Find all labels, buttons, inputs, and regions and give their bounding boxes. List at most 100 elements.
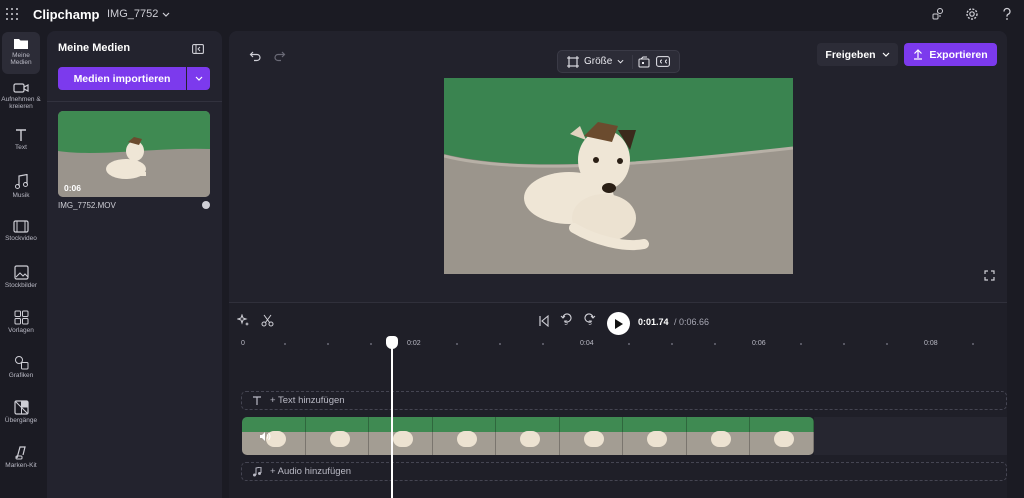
film-icon xyxy=(13,220,29,233)
chevron-down-icon xyxy=(617,59,624,64)
playhead-line xyxy=(391,342,393,498)
nav-item-musik[interactable]: Musik xyxy=(0,174,42,199)
add-text-track[interactable]: + Text hinzufügen xyxy=(241,391,1007,410)
nav-item-grafiken[interactable]: Grafiken xyxy=(0,355,42,379)
editor: Größe Freigeben Exportieren 5 5 0:01.74 … xyxy=(229,31,1007,498)
ruler-tick xyxy=(843,343,845,345)
rewind-5-button[interactable]: 5 xyxy=(560,313,572,327)
image-icon xyxy=(13,265,29,280)
transitions-icon xyxy=(13,400,29,415)
nav-label: Vorlagen xyxy=(8,327,34,334)
nav-item-uebergaenge[interactable]: Übergänge xyxy=(0,400,42,424)
background-remove-icon[interactable] xyxy=(638,56,651,68)
upload-icon xyxy=(914,49,923,60)
media-panel: Meine Medien Medien importieren 0:06 IMG… xyxy=(47,31,222,498)
media-filename: IMG_7752.MOV xyxy=(58,201,116,210)
nav-item-marken-kit[interactable]: Marken-Kit xyxy=(0,445,42,469)
ruler-tick xyxy=(800,343,802,345)
dog-video-frame xyxy=(444,78,793,274)
brand-icon xyxy=(15,446,26,460)
text-icon xyxy=(16,129,26,141)
nav-label: Musik xyxy=(12,192,30,199)
play-icon xyxy=(615,318,623,329)
undo-icon[interactable] xyxy=(249,49,261,67)
nav-label: Meine Medien xyxy=(10,52,32,66)
export-button[interactable]: Exportieren xyxy=(904,43,997,66)
nav-item-meine-medien[interactable]: Meine Medien xyxy=(2,32,40,74)
gear-icon[interactable] xyxy=(964,6,980,22)
chevron-down-icon xyxy=(162,12,170,17)
left-navigation: Meine Medien Aufnehmen & kreieren Text M… xyxy=(0,30,42,498)
nav-label: Text xyxy=(15,144,27,151)
split-scissors-icon[interactable] xyxy=(261,314,274,327)
rewind-seconds: 5 xyxy=(564,321,568,327)
media-thumbnail[interactable]: 0:06 xyxy=(58,111,210,197)
nav-item-stockbilder[interactable]: Stockbilder xyxy=(0,265,42,289)
ruler-tick xyxy=(370,343,372,345)
add-audio-track[interactable]: + Audio hinzufügen xyxy=(241,462,1007,481)
add-text-label: + Text hinzufügen xyxy=(270,395,345,406)
nav-item-text[interactable]: Text xyxy=(0,128,42,151)
magic-icon[interactable] xyxy=(237,314,250,327)
nav-label: Marken-Kit xyxy=(5,462,37,469)
nav-label: Stockbilder xyxy=(4,282,38,289)
nav-label: Stockvideo xyxy=(5,235,37,242)
camera-icon xyxy=(13,83,29,93)
nav-label: Aufnehmen & kreieren xyxy=(1,96,41,110)
playhead-handle[interactable] xyxy=(386,336,398,349)
captions-icon[interactable] xyxy=(656,56,671,67)
preview-toolbar: Größe xyxy=(557,50,680,73)
preview-area: Größe Freigeben Exportieren xyxy=(229,31,1007,302)
crop-icon xyxy=(567,55,579,68)
fullscreen-icon[interactable] xyxy=(984,268,995,286)
templates-icon xyxy=(14,310,28,325)
play-button[interactable] xyxy=(607,312,630,335)
music-icon xyxy=(15,174,28,189)
ruler-label: 0 xyxy=(241,340,245,347)
ruler-label: 0:06 xyxy=(752,340,766,347)
size-dropdown[interactable]: Größe xyxy=(584,56,612,67)
share-button[interactable]: Freigeben xyxy=(817,43,898,66)
folder-icon xyxy=(14,39,28,49)
text-icon xyxy=(253,395,261,405)
help-icon[interactable] xyxy=(999,6,1015,22)
ruler-tick xyxy=(714,343,716,345)
nav-item-stockvideo[interactable]: Stockvideo xyxy=(0,220,42,242)
import-media-button[interactable]: Medien importieren xyxy=(58,67,186,90)
volume-icon[interactable] xyxy=(259,429,271,447)
collab-icon[interactable] xyxy=(930,6,946,22)
add-audio-label: + Audio hinzufügen xyxy=(270,466,352,477)
project-name-dropdown[interactable]: IMG_7752 xyxy=(107,8,170,20)
collapse-panel-icon[interactable] xyxy=(192,41,204,54)
ruler-label: 0:04 xyxy=(580,340,594,347)
chevron-down-icon xyxy=(195,76,202,81)
nav-item-aufnehmen[interactable]: Aufnehmen & kreieren xyxy=(0,82,42,110)
share-label: Freigeben xyxy=(825,48,876,61)
export-label: Exportieren xyxy=(929,48,988,61)
redo-icon[interactable] xyxy=(274,49,286,67)
video-preview[interactable] xyxy=(444,78,793,274)
skip-back-icon[interactable] xyxy=(538,315,550,327)
nav-label: Grafiken xyxy=(8,372,34,379)
video-clip[interactable] xyxy=(242,417,814,455)
media-duration: 0:06 xyxy=(64,183,82,193)
project-name: IMG_7752 xyxy=(107,8,159,20)
app-title: Clipchamp xyxy=(33,7,100,22)
timeline: 5 5 0:01.74 / 0:06.66 0 0:02 0:04 0:06 0… xyxy=(229,302,1007,498)
divider xyxy=(229,302,1007,303)
current-time: 0:01.74 xyxy=(638,317,669,327)
top-bar: Clipchamp IMG_7752 xyxy=(0,0,1024,30)
ruler-tick xyxy=(284,343,286,345)
chevron-down-icon xyxy=(882,52,890,57)
divider xyxy=(47,101,222,102)
forward-5-button[interactable]: 5 xyxy=(584,313,596,327)
checkmark-icon xyxy=(202,201,210,209)
import-options-dropdown[interactable] xyxy=(187,67,210,90)
ruler-tick xyxy=(886,343,888,345)
media-panel-title: Meine Medien xyxy=(58,42,131,54)
app-launcher-icon[interactable] xyxy=(6,8,18,20)
total-time: / 0:06.66 xyxy=(674,317,710,327)
shapes-icon xyxy=(14,356,28,370)
ruler-tick xyxy=(628,343,630,345)
nav-item-vorlagen[interactable]: Vorlagen xyxy=(0,310,42,334)
